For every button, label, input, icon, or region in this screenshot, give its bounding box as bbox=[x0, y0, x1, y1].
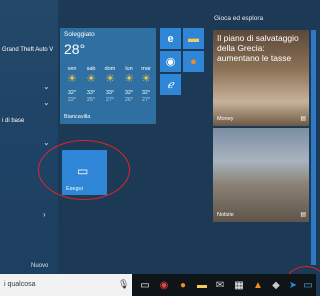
vlc-icon[interactable]: ▲ bbox=[250, 277, 266, 293]
app-list: Grand Theft Auto V ⌄ ⌄ i di base ⌄ › Nuo… bbox=[0, 0, 58, 274]
sun-icon: ☀ bbox=[141, 73, 151, 85]
chrome-icon[interactable]: ◉ bbox=[156, 277, 172, 293]
chevron-down-icon[interactable]: ⌄ bbox=[43, 138, 50, 147]
new-label: Nuovo bbox=[31, 263, 49, 269]
internet-explorer-icon: ℯ bbox=[167, 79, 174, 91]
partial-tile-strip[interactable] bbox=[311, 30, 316, 265]
forecast-high: 32° bbox=[141, 90, 151, 96]
taskbar: i qualcosa 🎙 ▭ ◉ ● ▬ ✉ ▦ ▲ ◆ ➤ ▭ bbox=[0, 274, 316, 296]
run-icon[interactable]: ▭ bbox=[300, 277, 316, 293]
news-headline: Il piano di salvataggio della Grecia: au… bbox=[217, 33, 299, 63]
ie-tile[interactable]: ℯ bbox=[160, 74, 181, 95]
news-tile-money[interactable]: Il piano di salvataggio della Grecia: au… bbox=[213, 30, 309, 126]
edge-tile[interactable]: e bbox=[160, 28, 181, 49]
chevron-right-icon[interactable]: › bbox=[43, 210, 46, 219]
telegram-icon[interactable]: ➤ bbox=[285, 277, 301, 293]
folder-icon: ▬ bbox=[188, 32, 199, 45]
section-title-play: Gioca ed esplora bbox=[214, 15, 264, 22]
search-box[interactable]: i qualcosa 🎙 bbox=[0, 274, 132, 296]
firefox-icon[interactable]: ● bbox=[175, 277, 191, 293]
news-source: Money bbox=[217, 116, 234, 122]
app-item-base[interactable]: i di base bbox=[2, 118, 24, 124]
calculator-icon[interactable]: ▦ bbox=[231, 277, 247, 293]
highlight-ring bbox=[38, 140, 130, 200]
money-icon: ▤ bbox=[300, 116, 306, 122]
weather-temperature: 28° bbox=[64, 41, 86, 57]
search-input[interactable]: i qualcosa bbox=[4, 281, 36, 288]
chrome-tile[interactable]: ◉ bbox=[160, 51, 181, 72]
folder-icon[interactable]: ▬ bbox=[194, 277, 210, 293]
weather-condition: Soleggiato bbox=[64, 31, 95, 38]
weather-city: Biancavilla bbox=[64, 114, 91, 120]
firefox-icon: ● bbox=[190, 55, 197, 68]
app-icon[interactable]: ◆ bbox=[268, 277, 284, 293]
news-icon: ▤ bbox=[300, 212, 306, 218]
weather-tile[interactable]: Soleggiato 28° ven sab dom lun mar ☀ ☀ ☀… bbox=[60, 28, 156, 124]
forecast-low: 27° bbox=[141, 97, 151, 103]
file-explorer-tile[interactable]: ▬ bbox=[183, 28, 204, 49]
app-item-gta[interactable]: Grand Theft Auto V bbox=[2, 47, 53, 53]
firefox-tile[interactable]: ● bbox=[183, 51, 204, 72]
chevron-down-icon[interactable]: ⌄ bbox=[43, 82, 50, 91]
chrome-icon: ◉ bbox=[165, 56, 176, 68]
mail-icon[interactable]: ✉ bbox=[212, 277, 228, 293]
news-source: Notizie bbox=[217, 212, 234, 218]
task-view-icon[interactable]: ▭ bbox=[137, 277, 153, 293]
news-tile-notizie[interactable]: Notizie ▤ bbox=[213, 128, 309, 222]
chevron-down-icon[interactable]: ⌄ bbox=[43, 98, 50, 107]
microphone-icon[interactable]: 🎙 bbox=[118, 279, 129, 290]
edge-icon: e bbox=[167, 32, 174, 45]
